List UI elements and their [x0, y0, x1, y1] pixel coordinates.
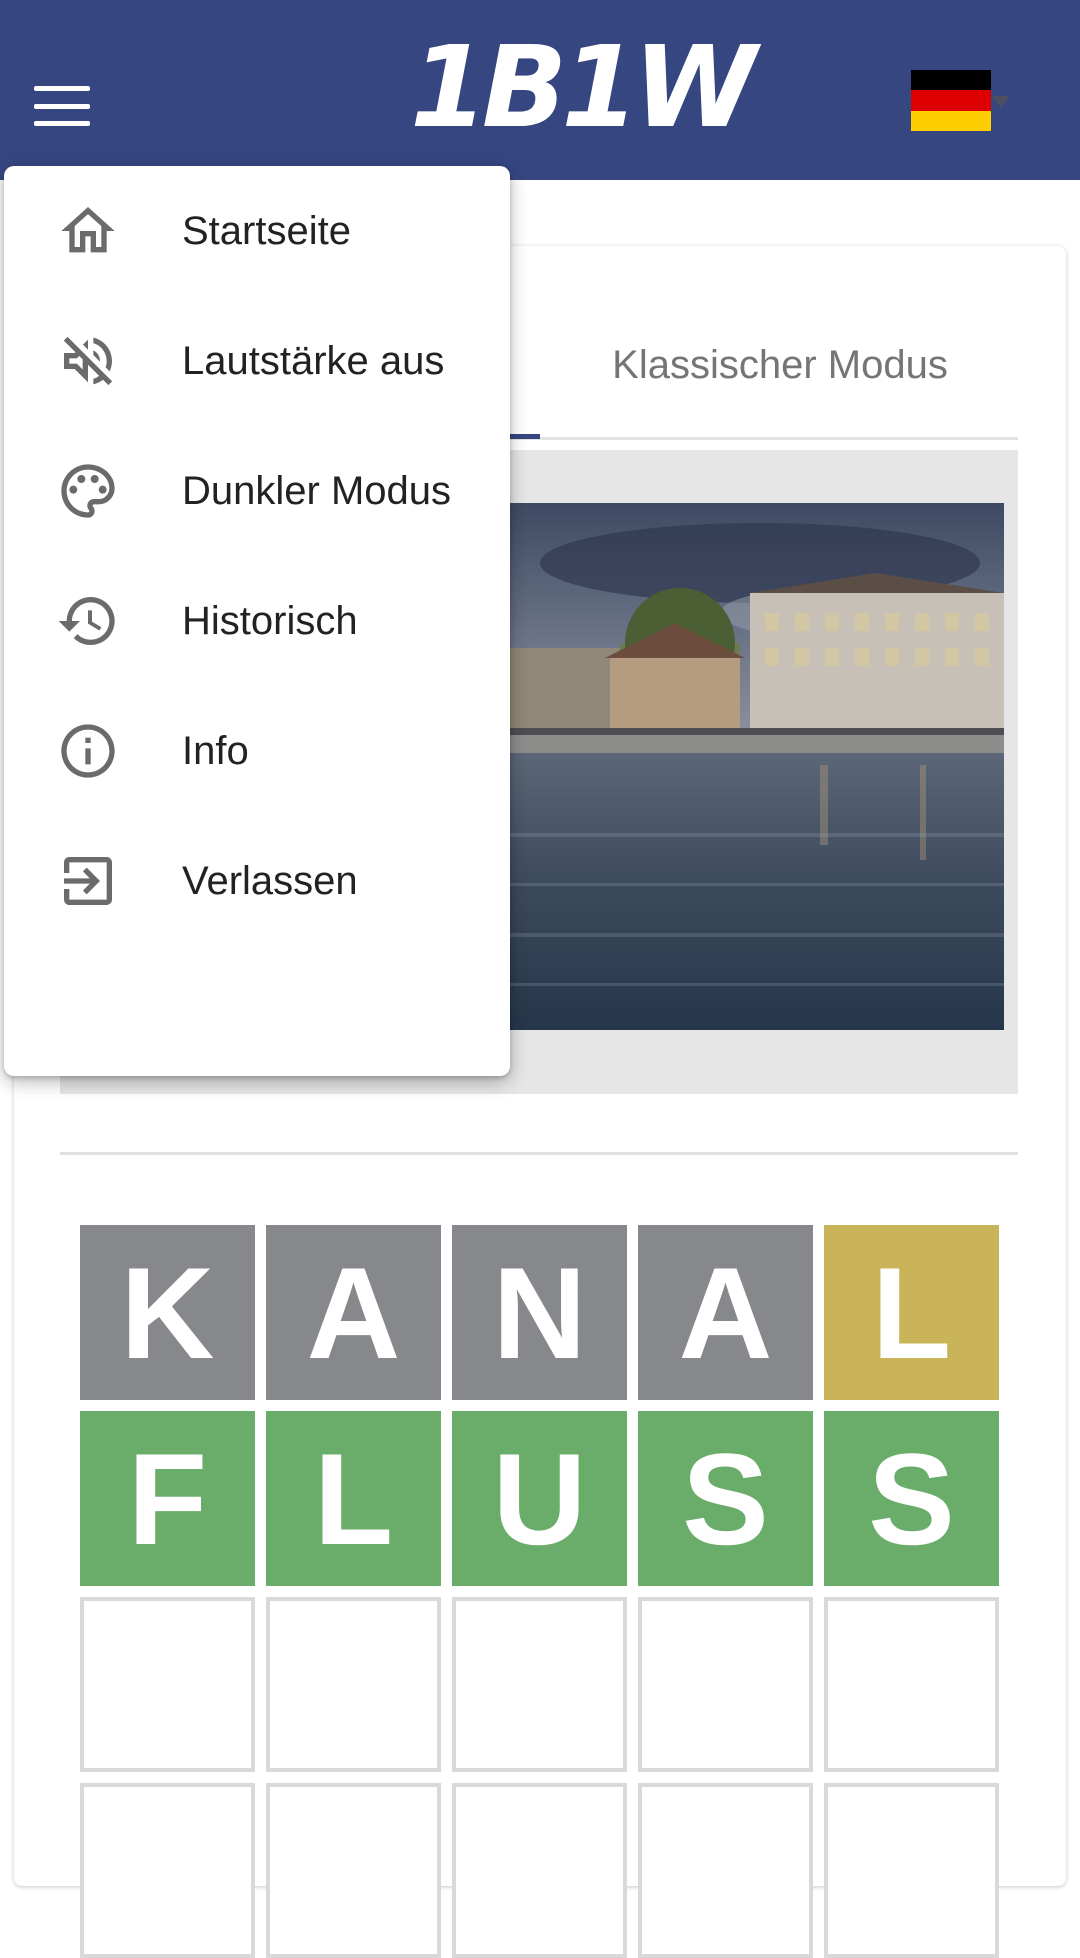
home-icon — [61, 207, 115, 253]
empty-tile — [824, 1783, 999, 1958]
navigation-drawer: Startseite Lautstärke aus Dunkler Modus … — [4, 166, 510, 1076]
empty-tile — [452, 1597, 627, 1772]
exit-icon — [64, 857, 112, 905]
empty-tile — [638, 1783, 813, 1958]
menu-item-historisch[interactable]: Historisch — [4, 556, 510, 686]
menu-item-dunkler-modus[interactable]: Dunkler Modus — [4, 426, 510, 556]
empty-tile — [80, 1783, 255, 1958]
menu-label-startseite: Startseite — [182, 209, 351, 253]
empty-tile — [80, 1597, 255, 1772]
history-icon — [58, 597, 115, 645]
empty-tile — [638, 1597, 813, 1772]
volume-off-icon — [63, 336, 113, 386]
palette-icon — [61, 464, 115, 518]
letter-tile-correct: U — [452, 1411, 627, 1586]
letter-tile-correct: S — [824, 1411, 999, 1586]
empty-tile — [266, 1783, 441, 1958]
letter-tile-correct: F — [80, 1411, 255, 1586]
tab-classic-mode[interactable]: Klassischer Modus — [560, 340, 1000, 390]
word-grid: KANALFLUSS — [80, 1225, 1000, 1958]
empty-tile — [452, 1783, 627, 1958]
letter-tile-correct: L — [266, 1411, 441, 1586]
menu-item-lautstaerke[interactable]: Lautstärke aus — [4, 296, 510, 426]
app-header: 1B1W — [0, 0, 1080, 180]
section-divider — [60, 1152, 1018, 1155]
menu-label-info: Info — [182, 729, 249, 773]
empty-tile — [266, 1597, 441, 1772]
letter-tile-present: L — [824, 1225, 999, 1400]
empty-tile — [824, 1597, 999, 1772]
menu-label-lautstaerke: Lautstärke aus — [182, 339, 445, 383]
menu-label-historisch: Historisch — [182, 599, 358, 643]
chevron-down-icon[interactable] — [992, 96, 1010, 108]
menu-item-startseite[interactable]: Startseite — [4, 166, 510, 296]
letter-tile-absent: A — [638, 1225, 813, 1400]
letter-tile-absent: A — [266, 1225, 441, 1400]
menu-item-info[interactable]: Info — [4, 686, 510, 816]
info-icon — [61, 724, 115, 778]
menu-label-dunkler-modus: Dunkler Modus — [182, 469, 452, 513]
menu-item-verlassen[interactable]: Verlassen — [4, 816, 510, 946]
menu-label-verlassen: Verlassen — [182, 859, 358, 903]
german-flag-icon[interactable] — [911, 70, 991, 131]
hamburger-icon[interactable] — [34, 86, 90, 126]
letter-tile-absent: K — [80, 1225, 255, 1400]
app-logo[interactable]: 1B1W — [410, 28, 757, 148]
letter-tile-correct: S — [638, 1411, 813, 1586]
letter-tile-absent: N — [452, 1225, 627, 1400]
